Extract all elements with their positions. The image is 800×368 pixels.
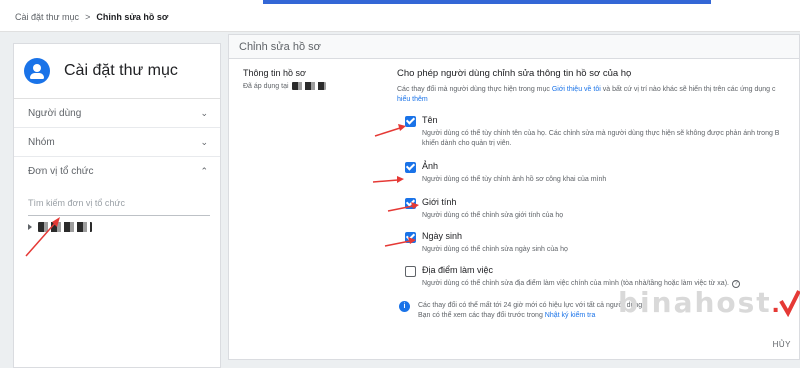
applied-at-label: Đã áp dụng tại (243, 82, 289, 90)
option-label: Địa điểm làm việc (422, 265, 494, 275)
option-gender[interactable]: Giới tính Người dùng có thể chỉnh sửa gi… (405, 197, 563, 221)
sidebar-item-label: Nhóm (28, 136, 55, 148)
red-arrow-annotation (384, 237, 416, 247)
breadcrumb-current: Chỉnh sửa hồ sơ (96, 12, 169, 22)
person-icon (24, 58, 50, 84)
panel-header: Chỉnh sửa hồ sơ (229, 35, 799, 59)
sidebar-item-label: Đơn vị tổ chức (28, 166, 94, 177)
option-label: Tên (422, 115, 438, 125)
option-text: Ảnh Người dùng có thể tùy chỉnh ảnh hồ s… (422, 161, 606, 185)
red-arrow-annotation (372, 176, 404, 183)
setting-desc: Các thay đổi mà người dùng thực hiện tro… (397, 85, 800, 105)
option-desc-line1: Người dùng có thể tùy chỉnh tên của họ. … (422, 130, 780, 137)
sidebar-header: Cài đặt thư mục (14, 44, 220, 99)
option-desc: Người dùng có thể chỉnh sửa ngày sinh củ… (422, 246, 568, 253)
desc-text-b: và bất cứ vị trí nào khác sẽ hiển thị tr… (600, 86, 776, 93)
option-desc: Người dùng có thể tùy chỉnh tên của họ. … (422, 129, 779, 149)
info-notice: i Các thay đổi có thể mất tới 24 giờ mới… (399, 301, 644, 321)
option-label: Giới tính (422, 197, 457, 207)
sidebar-item-org-units[interactable]: Đơn vị tổ chức ⌃ (14, 157, 220, 186)
section-applied-at: Đã áp dụng tại (243, 82, 326, 90)
about-me-link[interactable]: Giới thiệu về tôi (552, 86, 601, 93)
info-line1: Các thay đổi có thể mất tới 24 giờ mới c… (418, 302, 645, 309)
red-arrow-annotation (387, 202, 419, 212)
sidebar-title: Cài đặt thư mục (64, 62, 178, 79)
learn-more-link[interactable]: hiểu thêm (397, 96, 428, 103)
option-text: Giới tính Người dùng có thể chỉnh sửa gi… (422, 197, 563, 221)
audit-log-link[interactable]: Nhật ký kiểm tra (545, 312, 596, 319)
chevron-down-icon: ⌄ (200, 107, 208, 118)
info-text: Các thay đổi có thể mất tới 24 giờ mới c… (418, 301, 644, 321)
binahost-watermark: binahost. (618, 286, 800, 319)
watermark-dot: . (771, 286, 780, 318)
checkbox-checked-icon[interactable] (405, 162, 416, 173)
option-label: Ngày sinh (422, 231, 463, 241)
sidebar-item-groups[interactable]: Nhóm ⌄ (14, 128, 220, 157)
info-line2: Bạn có thể xem các thay đổi trước trong (418, 312, 545, 319)
chevron-up-icon: ⌃ (200, 166, 208, 176)
setting-description: Cho phép người dùng chỉnh sửa thông tin … (397, 68, 800, 105)
checkbox-unchecked-icon[interactable] (405, 266, 416, 277)
breadcrumb-separator: > (85, 12, 91, 22)
section-label: Thông tin hồ sơ (243, 68, 306, 78)
breadcrumb-parent-link[interactable]: Cài đặt thư mục (15, 12, 79, 22)
info-icon: i (399, 301, 410, 312)
option-desc: Người dùng có thể tùy chỉnh ảnh hồ sơ cô… (422, 176, 607, 183)
sidebar-item-label: Người dùng (28, 107, 82, 119)
option-desc: Người dùng có thể chỉnh sửa giới tính củ… (422, 212, 564, 219)
watermark-text: binahost (618, 286, 772, 319)
setting-title: Cho phép người dùng chỉnh sửa thông tin … (397, 68, 632, 79)
chevron-down-icon: ⌄ (200, 136, 208, 147)
red-arrow-annotation (25, 217, 60, 257)
option-photo[interactable]: Ảnh Người dùng có thể tùy chỉnh ảnh hồ s… (405, 161, 606, 185)
directory-settings-sidebar: Cài đặt thư mục Người dùng ⌄ Nhóm ⌄ Đơn … (13, 43, 221, 368)
sidebar-item-users[interactable]: Người dùng ⌄ (14, 99, 220, 128)
option-desc-line2: khiển dành cho quản trị viên. (422, 140, 512, 147)
breadcrumb: Cài đặt thư mục > Chỉnh sửa hồ sơ (15, 12, 168, 22)
cancel-button[interactable]: HỦY (773, 340, 791, 349)
option-text: Tên Người dùng có thể tùy chỉnh tên của … (422, 115, 779, 149)
option-label: Ảnh (422, 161, 439, 171)
option-text: Ngày sinh Người dùng có thể chỉnh sửa ng… (422, 231, 568, 255)
top-bar: Cài đặt thư mục > Chỉnh sửa hồ sơ (0, 0, 800, 32)
option-name[interactable]: Tên Người dùng có thể tùy chỉnh tên của … (405, 115, 779, 149)
redacted-org-name (291, 82, 326, 90)
check-mark-icon (779, 289, 800, 317)
red-arrow-annotation (374, 124, 406, 137)
header-strip (263, 0, 711, 4)
option-birthday[interactable]: Ngày sinh Người dùng có thể chỉnh sửa ng… (405, 231, 568, 255)
desc-text-a: Các thay đổi mà người dùng thực hiện tro… (397, 86, 552, 93)
